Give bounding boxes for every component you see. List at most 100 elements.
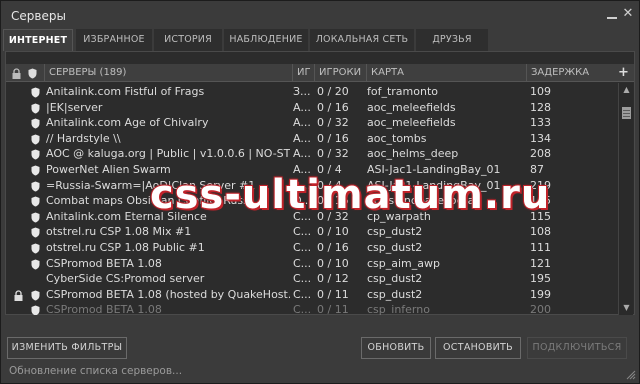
server-players: 0 / 11 (317, 303, 349, 315)
latency-column-header[interactable]: ЗАДЕРЖКА (526, 64, 614, 82)
server-map: aoc_meleefields (367, 116, 456, 130)
title-bar[interactable]: Серверы ✕ (1, 1, 639, 29)
server-name: // Hardstyle \\ (46, 131, 121, 145)
shield-icon (31, 133, 40, 145)
shield-icon (31, 195, 40, 207)
tab-bar: ИНТЕРНЕТ ИЗБРАННОЕ ИСТОРИЯ НАБЛЮДЕНИЕ ЛО… (3, 29, 639, 51)
shield-icon (31, 86, 40, 98)
lock-icon (14, 195, 23, 206)
server-row[interactable]: CyberSide CS:Promod server C... 0 / 12 csp_… (6, 270, 618, 287)
server-game: A... (293, 147, 311, 161)
lock-icon (14, 86, 23, 97)
server-name: AOC @ kaluga.org | Public | v1.0.0.6 | N… (46, 147, 290, 161)
resize-grip-icon[interactable] (626, 370, 636, 380)
scroll-up-icon[interactable]: ▲ (621, 85, 632, 95)
change-filters-button[interactable]: ИЗМЕНИТЬ ФИЛЬТРЫ (7, 337, 127, 359)
server-map: aoc_helms_deep (367, 147, 459, 161)
status-text: Обновление списка серверов... (9, 365, 183, 377)
lock-icon (14, 180, 23, 191)
tab-spectate[interactable]: НАБЛЮДЕНИЕ (224, 29, 308, 51)
window-title: Серверы (11, 9, 66, 23)
shield-icon (31, 211, 40, 223)
lock-icon (14, 102, 23, 113)
shield-icon (31, 164, 40, 176)
server-name: otstrel.ru CSP 1.08 Mix #1 (46, 225, 192, 239)
tab-history[interactable]: ИСТОРИЯ (154, 29, 222, 51)
server-row[interactable]: AOC @ kaluga.org | Public | v1.0.0.6 | N… (6, 145, 618, 162)
shield-icon (31, 148, 40, 160)
server-latency: 134 (530, 131, 551, 145)
server-players: 0 / 12 (317, 272, 349, 286)
scroll-thumb[interactable] (622, 107, 631, 119)
server-name: CSPromod BETA 1.08 (hosted by QuakeHost.… (46, 287, 290, 301)
stop-button[interactable]: ОСТАНОВИТЬ (435, 337, 521, 359)
server-row[interactable]: CSPromod BETA 1.08 (hosted by QuakeHost.… (6, 286, 618, 303)
shield-icon (31, 226, 40, 238)
server-latency: 121 (530, 256, 551, 270)
server-row[interactable]: Anitalink.com Age of Chivalry A... 0 / 32 a… (6, 114, 618, 131)
server-players: 0 / 32 (317, 147, 349, 161)
column-header: СЕРВЕРЫ (189) ИГ ИГРОКИ КАРТА ЗАДЕРЖКА + (6, 64, 634, 82)
server-map: csp_dust2 (367, 241, 423, 254)
close-button[interactable]: ✕ (621, 7, 635, 21)
server-map: aoc_meleefields (367, 100, 456, 114)
tab-internet[interactable]: ИНТЕРНЕТ (3, 29, 73, 51)
server-latency: 109 (530, 85, 551, 98)
add-column-button[interactable]: + (614, 64, 634, 82)
server-name: CSPromod BETA 1.08 (46, 303, 162, 315)
refresh-button[interactable]: ОБНОВИТЬ (361, 337, 431, 359)
lock-icon (14, 164, 23, 175)
players-column-header[interactable]: ИГРОКИ (314, 64, 366, 82)
map-column-header[interactable]: КАРТА (366, 64, 526, 82)
server-game: C... (293, 303, 312, 315)
server-game: C... (293, 256, 312, 270)
server-row[interactable]: Anitalink.com Fistful of Frags З... 0 / 20… (6, 83, 618, 100)
server-game: C... (293, 272, 312, 286)
server-name: |EK|server (46, 100, 103, 114)
scroll-down-icon[interactable]: ▼ (621, 303, 632, 313)
server-players: 0 / 16 (317, 131, 349, 145)
server-players: 0 / 10 (317, 256, 349, 270)
game-column-header[interactable]: ИГ (292, 64, 314, 82)
server-game: A... (293, 116, 311, 130)
lock-icon (14, 148, 23, 159)
server-row[interactable]: // Hardstyle \\ A... 0 / 16 aoc_tombs 134 (6, 130, 618, 147)
server-players: 0 / 32 (317, 116, 349, 130)
server-row[interactable]: otstrel.ru CSP 1.08 Public #1 C... 0 / 16 c… (6, 239, 618, 256)
connect-button[interactable]: ПОДКЛЮЧИТЬСЯ (527, 337, 627, 359)
lock-icon (14, 133, 23, 144)
server-map: aoc_tombs (367, 131, 427, 145)
servers-column-header[interactable]: СЕРВЕРЫ (189) (44, 64, 292, 82)
lock-icon (14, 226, 23, 237)
minimize-button[interactable] (605, 7, 619, 21)
server-players: 0 / 11 (317, 287, 349, 301)
shield-icon (31, 289, 40, 301)
lock-icon (14, 304, 23, 315)
lock-icon (14, 211, 23, 222)
server-latency: 111 (530, 241, 551, 254)
server-latency: 199 (530, 287, 551, 301)
server-row[interactable]: |EK|server A... 0 / 16 aoc_meleefields 128 (6, 99, 618, 116)
server-map: csp_dust2 (367, 272, 423, 286)
tab-favorites[interactable]: ИЗБРАННОЕ (76, 29, 152, 51)
shield-icon (31, 180, 40, 192)
lock-column-header[interactable] (10, 64, 24, 82)
server-players: 0 / 16 (317, 241, 349, 254)
server-name: CyberSide CS:Promod server (46, 272, 205, 286)
server-game: C... (293, 225, 312, 239)
tab-lan[interactable]: ЛОКАЛЬНАЯ СЕТЬ (310, 29, 414, 51)
server-players: 0 / 16 (317, 100, 349, 114)
secure-column-header[interactable] (26, 64, 42, 82)
server-latency: 128 (530, 100, 551, 114)
scrollbar[interactable]: ▲ ▼ (618, 83, 633, 315)
server-latency: 200 (530, 303, 551, 315)
tab-friends[interactable]: ДРУЗЬЯ (416, 29, 488, 51)
server-latency: 108 (530, 225, 551, 239)
server-latency: 195 (530, 272, 551, 286)
lock-icon (14, 258, 23, 269)
server-latency: 133 (530, 116, 551, 130)
server-row[interactable]: CSPromod BETA 1.08 C... 0 / 10 csp_aim_awp 1… (6, 255, 618, 272)
shield-icon (31, 242, 40, 254)
server-row[interactable]: CSPromod BETA 1.08 C... 0 / 11 csp_inferno 2… (6, 301, 618, 315)
server-row[interactable]: otstrel.ru CSP 1.08 Mix #1 C... 0 / 10 csp_… (6, 223, 618, 240)
